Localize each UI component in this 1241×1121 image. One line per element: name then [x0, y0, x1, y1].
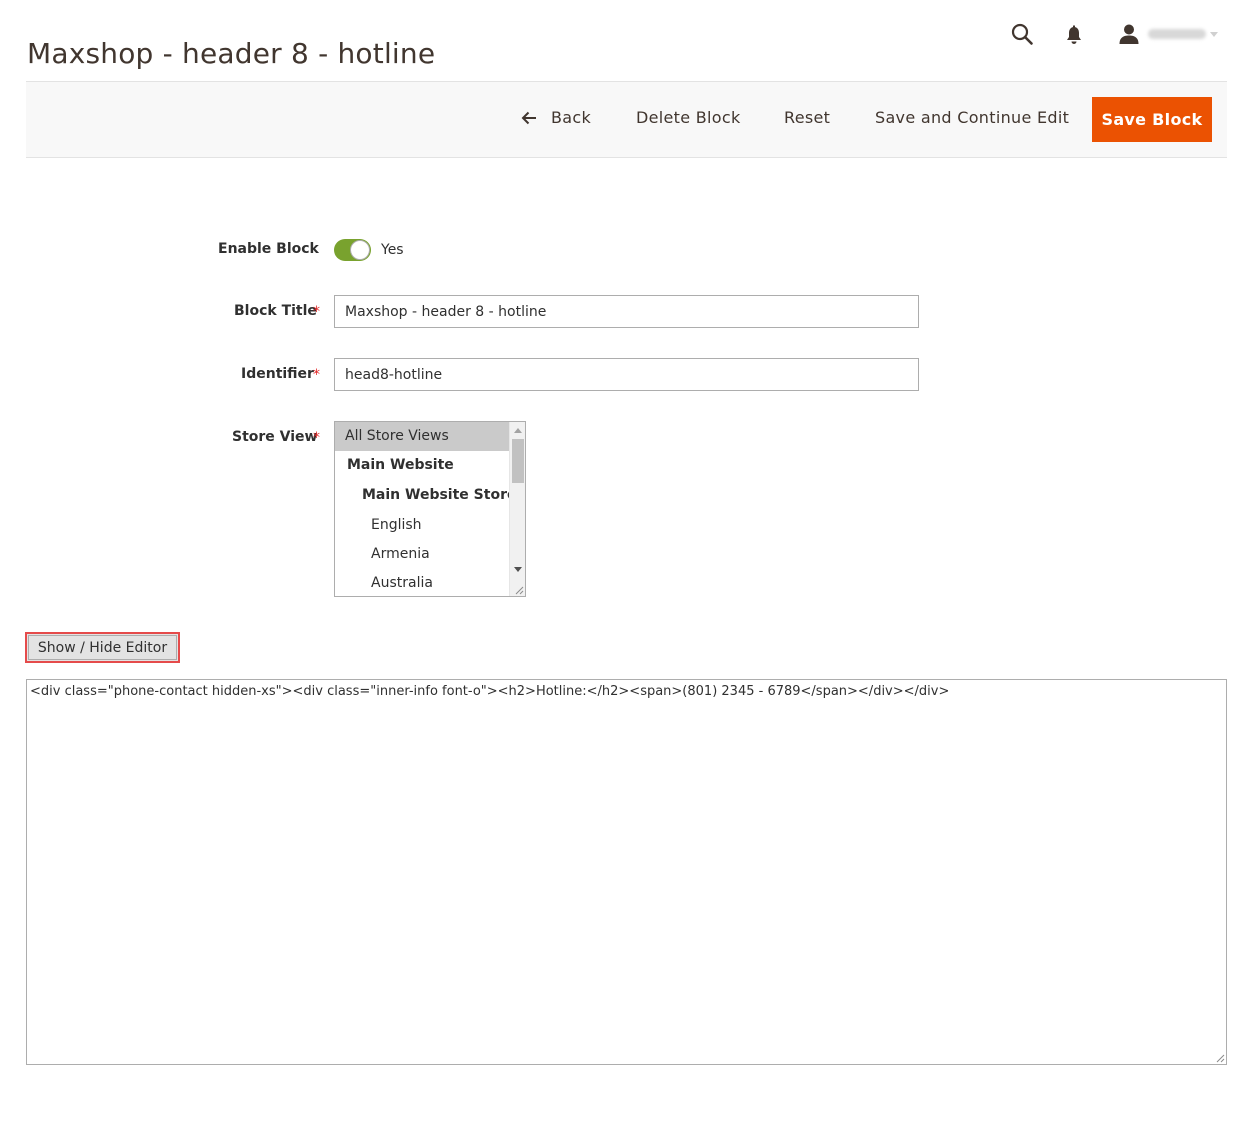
- chevron-down-icon: [1210, 31, 1218, 37]
- store-view-multiselect[interactable]: All Store Views Main Website Main Websit…: [334, 421, 526, 597]
- arrow-left-icon: [521, 111, 536, 124]
- scrollbar-thumb[interactable]: [512, 439, 524, 483]
- search-icon[interactable]: [1010, 22, 1034, 46]
- show-hide-editor-label: Show / Hide Editor: [28, 635, 177, 660]
- user-name-blurred: [1148, 29, 1206, 39]
- enable-block-label: Enable Block: [218, 241, 319, 257]
- required-marker: *: [313, 430, 320, 446]
- store-option-armenia[interactable]: Armenia: [335, 540, 509, 569]
- store-option-english[interactable]: English: [335, 511, 509, 540]
- scroll-down-icon[interactable]: [514, 567, 522, 572]
- multiselect-scrollbar[interactable]: [509, 422, 525, 596]
- content-editor-textarea[interactable]: <div class="phone-contact hidden-xs"><di…: [26, 679, 1227, 1065]
- store-option-main-website[interactable]: Main Website: [335, 451, 509, 480]
- save-block-button[interactable]: Save Block: [1092, 97, 1212, 142]
- page-title: Maxshop - header 8 - hotline: [27, 36, 436, 70]
- back-label: Back: [551, 108, 592, 127]
- block-title-label: Block Title: [234, 303, 317, 319]
- required-marker: *: [313, 367, 320, 383]
- identifier-input[interactable]: [334, 358, 919, 391]
- user-icon: [1119, 24, 1139, 44]
- reset-button[interactable]: Reset: [784, 108, 830, 127]
- delete-block-button[interactable]: Delete Block: [636, 108, 741, 127]
- store-option-australia[interactable]: Australia: [335, 569, 509, 596]
- resize-grip-icon[interactable]: [514, 585, 524, 595]
- toggle-knob: [350, 240, 370, 260]
- enable-block-toggle[interactable]: [334, 239, 371, 261]
- identifier-label: Identifier: [241, 366, 314, 382]
- store-option-main-website-store[interactable]: Main Website Store: [335, 481, 516, 510]
- enable-block-value: Yes: [381, 242, 404, 258]
- back-button[interactable]: Back: [521, 108, 591, 127]
- user-menu[interactable]: [1118, 22, 1218, 46]
- store-view-label: Store View: [232, 429, 318, 445]
- bell-icon[interactable]: [1064, 24, 1084, 46]
- page-actions-bar: Back Delete Block Reset Save and Continu…: [26, 81, 1227, 158]
- required-marker: *: [313, 304, 320, 320]
- save-and-continue-button[interactable]: Save and Continue Edit: [875, 108, 1069, 127]
- block-title-input[interactable]: [334, 295, 919, 328]
- show-hide-editor-button[interactable]: Show / Hide Editor: [25, 632, 180, 663]
- store-option-all[interactable]: All Store Views: [335, 422, 509, 451]
- scroll-up-icon[interactable]: [514, 428, 522, 433]
